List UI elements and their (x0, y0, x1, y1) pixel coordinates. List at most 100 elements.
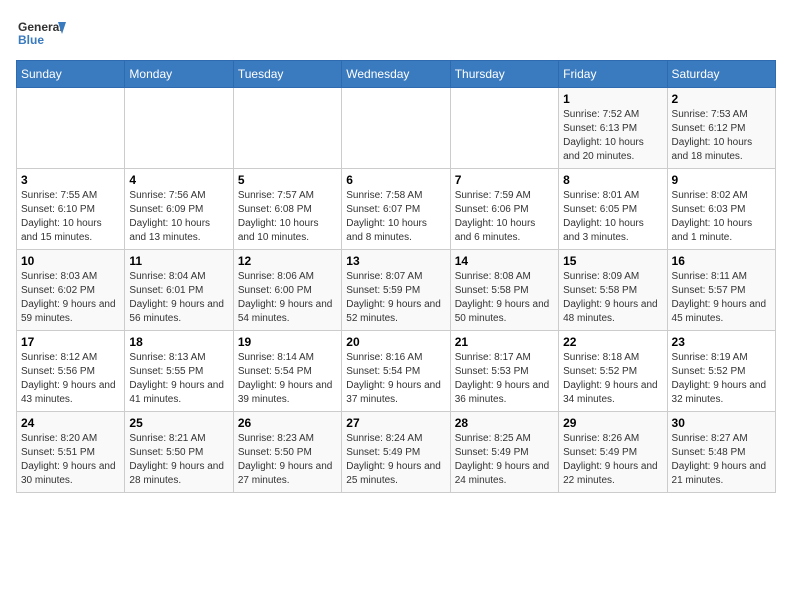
day-info: Sunrise: 8:08 AM Sunset: 5:58 PM Dayligh… (455, 270, 554, 326)
day-cell: 4 Sunrise: 7:56 AM Sunset: 6:09 PM Daylig… (125, 169, 233, 250)
day-cell: 24 Sunrise: 8:20 AM Sunset: 5:51 PM Dayli… (17, 412, 125, 493)
day-info: Sunrise: 8:04 AM Sunset: 6:01 PM Dayligh… (129, 270, 228, 326)
day-info: Sunrise: 8:02 AM Sunset: 6:03 PM Dayligh… (672, 189, 771, 245)
day-info: Sunrise: 7:57 AM Sunset: 6:08 PM Dayligh… (238, 189, 337, 245)
day-cell: 9 Sunrise: 8:02 AM Sunset: 6:03 PM Daylig… (667, 169, 775, 250)
day-number: 23 (672, 335, 771, 349)
day-info: Sunrise: 8:12 AM Sunset: 5:56 PM Dayligh… (21, 351, 120, 407)
day-cell: 22 Sunrise: 8:18 AM Sunset: 5:52 PM Dayli… (559, 331, 667, 412)
day-number: 10 (21, 254, 120, 268)
weekday-header-thursday: Thursday (450, 61, 558, 88)
day-number: 5 (238, 173, 337, 187)
day-info: Sunrise: 8:21 AM Sunset: 5:50 PM Dayligh… (129, 432, 228, 488)
day-number: 2 (672, 92, 771, 106)
day-info: Sunrise: 8:07 AM Sunset: 5:59 PM Dayligh… (346, 270, 445, 326)
day-cell (342, 88, 450, 169)
day-info: Sunrise: 8:23 AM Sunset: 5:50 PM Dayligh… (238, 432, 337, 488)
page-header: General Blue (16, 16, 776, 52)
day-info: Sunrise: 8:17 AM Sunset: 5:53 PM Dayligh… (455, 351, 554, 407)
day-cell: 2 Sunrise: 7:53 AM Sunset: 6:12 PM Daylig… (667, 88, 775, 169)
day-number: 18 (129, 335, 228, 349)
day-cell: 8Sunrise: 8:01 AM Sunset: 6:05 PM Daylig… (559, 169, 667, 250)
day-cell: 26 Sunrise: 8:23 AM Sunset: 5:50 PM Dayli… (233, 412, 341, 493)
day-number: 20 (346, 335, 445, 349)
day-info: Sunrise: 7:52 AM Sunset: 6:13 PM Dayligh… (563, 108, 662, 164)
weekday-header-friday: Friday (559, 61, 667, 88)
day-cell: 15Sunrise: 8:09 AM Sunset: 5:58 PM Dayli… (559, 250, 667, 331)
day-number: 27 (346, 416, 445, 430)
day-info: Sunrise: 8:19 AM Sunset: 5:52 PM Dayligh… (672, 351, 771, 407)
day-cell: 17 Sunrise: 8:12 AM Sunset: 5:56 PM Dayli… (17, 331, 125, 412)
day-info: Sunrise: 7:55 AM Sunset: 6:10 PM Dayligh… (21, 189, 120, 245)
day-cell: 16 Sunrise: 8:11 AM Sunset: 5:57 PM Dayli… (667, 250, 775, 331)
day-info: Sunrise: 7:53 AM Sunset: 6:12 PM Dayligh… (672, 108, 771, 164)
day-cell: 5 Sunrise: 7:57 AM Sunset: 6:08 PM Daylig… (233, 169, 341, 250)
day-number: 9 (672, 173, 771, 187)
day-number: 6 (346, 173, 445, 187)
week-row-4: 17 Sunrise: 8:12 AM Sunset: 5:56 PM Dayli… (17, 331, 776, 412)
logo: General Blue (16, 16, 66, 52)
day-info: Sunrise: 8:06 AM Sunset: 6:00 PM Dayligh… (238, 270, 337, 326)
day-number: 30 (672, 416, 771, 430)
day-info: Sunrise: 8:16 AM Sunset: 5:54 PM Dayligh… (346, 351, 445, 407)
day-info: Sunrise: 8:24 AM Sunset: 5:49 PM Dayligh… (346, 432, 445, 488)
day-number: 16 (672, 254, 771, 268)
day-number: 11 (129, 254, 228, 268)
day-info: Sunrise: 8:25 AM Sunset: 5:49 PM Dayligh… (455, 432, 554, 488)
day-number: 13 (346, 254, 445, 268)
svg-text:General: General (18, 20, 63, 34)
day-number: 28 (455, 416, 554, 430)
week-row-3: 10 Sunrise: 8:03 AM Sunset: 6:02 PM Dayli… (17, 250, 776, 331)
day-info: Sunrise: 8:03 AM Sunset: 6:02 PM Dayligh… (21, 270, 120, 326)
day-number: 19 (238, 335, 337, 349)
day-number: 8 (563, 173, 662, 187)
day-number: 17 (21, 335, 120, 349)
day-cell: 7 Sunrise: 7:59 AM Sunset: 6:06 PM Daylig… (450, 169, 558, 250)
week-row-1: 1Sunrise: 7:52 AM Sunset: 6:13 PM Daylig… (17, 88, 776, 169)
day-number: 14 (455, 254, 554, 268)
day-cell: 14 Sunrise: 8:08 AM Sunset: 5:58 PM Dayli… (450, 250, 558, 331)
logo-svg: General Blue (16, 16, 66, 52)
day-cell (450, 88, 558, 169)
day-cell: 13 Sunrise: 8:07 AM Sunset: 5:59 PM Dayli… (342, 250, 450, 331)
day-number: 24 (21, 416, 120, 430)
day-info: Sunrise: 8:27 AM Sunset: 5:48 PM Dayligh… (672, 432, 771, 488)
day-cell: 3Sunrise: 7:55 AM Sunset: 6:10 PM Daylig… (17, 169, 125, 250)
day-number: 12 (238, 254, 337, 268)
day-cell: 1Sunrise: 7:52 AM Sunset: 6:13 PM Daylig… (559, 88, 667, 169)
day-info: Sunrise: 8:26 AM Sunset: 5:49 PM Dayligh… (563, 432, 662, 488)
day-cell: 27 Sunrise: 8:24 AM Sunset: 5:49 PM Dayli… (342, 412, 450, 493)
day-number: 26 (238, 416, 337, 430)
day-info: Sunrise: 8:18 AM Sunset: 5:52 PM Dayligh… (563, 351, 662, 407)
week-row-2: 3Sunrise: 7:55 AM Sunset: 6:10 PM Daylig… (17, 169, 776, 250)
day-cell: 25 Sunrise: 8:21 AM Sunset: 5:50 PM Dayli… (125, 412, 233, 493)
day-cell: 29 Sunrise: 8:26 AM Sunset: 5:49 PM Dayli… (559, 412, 667, 493)
day-cell (233, 88, 341, 169)
weekday-header-monday: Monday (125, 61, 233, 88)
weekday-header-sunday: Sunday (17, 61, 125, 88)
day-info: Sunrise: 8:14 AM Sunset: 5:54 PM Dayligh… (238, 351, 337, 407)
day-info: Sunrise: 8:20 AM Sunset: 5:51 PM Dayligh… (21, 432, 120, 488)
day-info: Sunrise: 8:13 AM Sunset: 5:55 PM Dayligh… (129, 351, 228, 407)
day-number: 21 (455, 335, 554, 349)
weekday-header-saturday: Saturday (667, 61, 775, 88)
day-cell: 28 Sunrise: 8:25 AM Sunset: 5:49 PM Dayli… (450, 412, 558, 493)
day-cell: 23 Sunrise: 8:19 AM Sunset: 5:52 PM Dayli… (667, 331, 775, 412)
day-cell: 19 Sunrise: 8:14 AM Sunset: 5:54 PM Dayli… (233, 331, 341, 412)
calendar-table: SundayMondayTuesdayWednesdayThursdayFrid… (16, 60, 776, 493)
day-info: Sunrise: 8:11 AM Sunset: 5:57 PM Dayligh… (672, 270, 771, 326)
weekday-header-wednesday: Wednesday (342, 61, 450, 88)
day-cell: 6Sunrise: 7:58 AM Sunset: 6:07 PM Daylig… (342, 169, 450, 250)
day-number: 29 (563, 416, 662, 430)
svg-text:Blue: Blue (18, 33, 44, 47)
day-cell (17, 88, 125, 169)
day-cell: 18 Sunrise: 8:13 AM Sunset: 5:55 PM Dayli… (125, 331, 233, 412)
day-info: Sunrise: 7:56 AM Sunset: 6:09 PM Dayligh… (129, 189, 228, 245)
day-info: Sunrise: 7:59 AM Sunset: 6:06 PM Dayligh… (455, 189, 554, 245)
day-number: 4 (129, 173, 228, 187)
day-cell: 20 Sunrise: 8:16 AM Sunset: 5:54 PM Dayli… (342, 331, 450, 412)
day-number: 25 (129, 416, 228, 430)
day-number: 22 (563, 335, 662, 349)
day-cell: 12 Sunrise: 8:06 AM Sunset: 6:00 PM Dayli… (233, 250, 341, 331)
day-number: 7 (455, 173, 554, 187)
